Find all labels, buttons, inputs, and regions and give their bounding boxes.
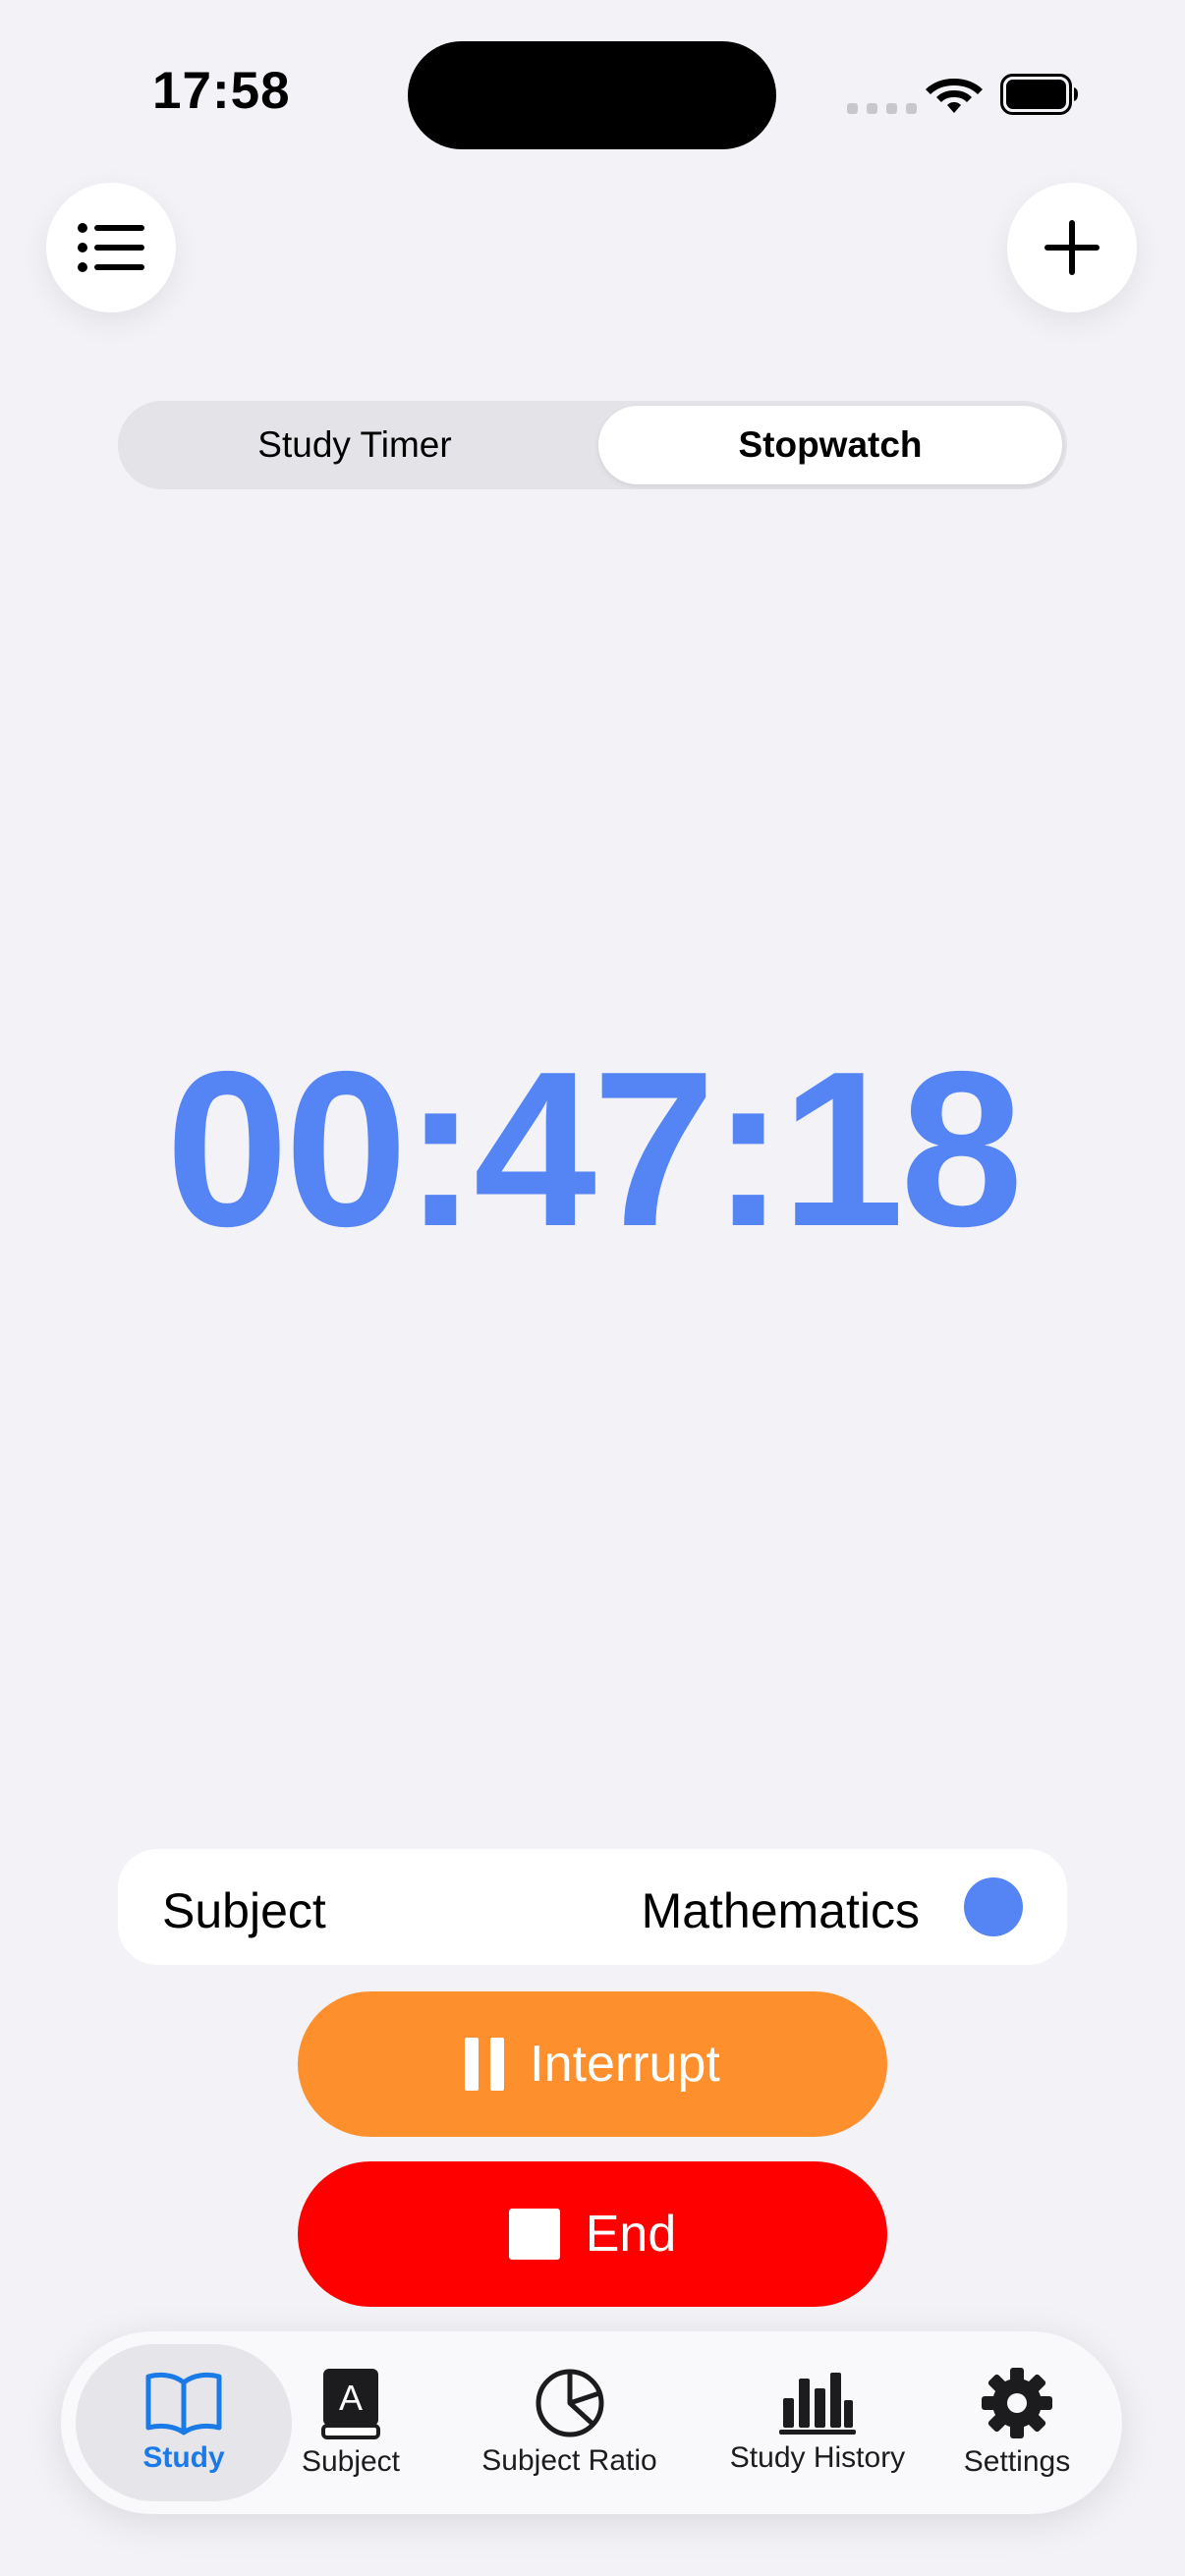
pause-icon xyxy=(465,2038,505,2091)
mode-segmented-control: Study Timer Stopwatch xyxy=(118,401,1067,489)
add-button[interactable] xyxy=(1007,183,1137,312)
segment-stopwatch[interactable]: Stopwatch xyxy=(598,406,1062,484)
subject-selector[interactable]: Subject Mathematics xyxy=(118,1849,1067,1965)
tab-bar: Study A Subject Subject Ratio Study Hist… xyxy=(61,2331,1122,2514)
battery-icon xyxy=(1000,74,1078,115)
end-button[interactable]: End xyxy=(298,2161,887,2307)
subject-book-icon: A xyxy=(321,2369,380,2439)
wifi-icon xyxy=(926,79,983,113)
svg-text:A: A xyxy=(339,2378,363,2418)
tab-study[interactable]: Study xyxy=(61,2331,307,2514)
tab-study-label: Study xyxy=(142,2441,225,2474)
interrupt-button[interactable]: Interrupt xyxy=(298,1991,887,2137)
tab-study-history-label: Study History xyxy=(729,2441,906,2474)
stopwatch-display: 00:47:18 xyxy=(165,1025,1024,1272)
tab-settings[interactable]: Settings xyxy=(938,2331,1096,2514)
list-menu-button[interactable] xyxy=(46,183,176,312)
subject-label: Subject xyxy=(162,1883,326,1938)
bar-chart-icon xyxy=(779,2373,856,2435)
cellular-signal-icon xyxy=(847,103,917,114)
plus-icon xyxy=(1044,220,1100,275)
tab-settings-label: Settings xyxy=(963,2445,1071,2478)
subject-color-dot xyxy=(964,1877,1023,1936)
pie-chart-icon xyxy=(536,2369,603,2437)
segment-study-timer[interactable]: Study Timer xyxy=(123,406,587,484)
tab-subject-label: Subject xyxy=(301,2445,401,2478)
list-icon xyxy=(78,223,144,272)
stop-icon xyxy=(508,2209,560,2260)
gear-icon xyxy=(982,2368,1052,2438)
tab-study-history[interactable]: Study History xyxy=(690,2331,945,2514)
tab-subject-ratio[interactable]: Subject Ratio xyxy=(449,2331,690,2514)
interrupt-label: Interrupt xyxy=(530,2036,720,2093)
status-time: 17:58 xyxy=(152,62,291,120)
subject-value: Mathematics xyxy=(641,1883,920,1938)
end-label: End xyxy=(585,2206,677,2263)
tab-subject-ratio-label: Subject Ratio xyxy=(481,2444,657,2477)
book-icon xyxy=(145,2372,222,2436)
dynamic-island xyxy=(408,41,776,149)
